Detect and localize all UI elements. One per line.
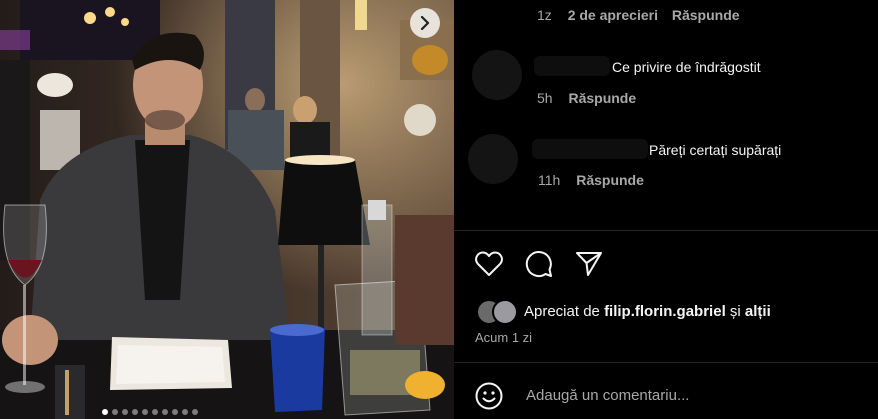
avatar xyxy=(492,299,518,325)
liked-by-prefix: Apreciat de xyxy=(524,303,600,320)
comment-username[interactable] xyxy=(534,56,610,76)
add-comment-input[interactable] xyxy=(524,386,858,405)
comment-time: 11h xyxy=(538,172,561,188)
comment-bubble-icon xyxy=(525,251,552,277)
like-button[interactable] xyxy=(474,249,504,279)
carousel-dot xyxy=(142,409,148,415)
restaurant-photo xyxy=(0,0,454,419)
reply-button[interactable]: Răspunde xyxy=(568,90,636,106)
reply-button[interactable]: Răspunde xyxy=(576,172,644,188)
comment-meta: 5h Răspunde xyxy=(537,90,636,106)
comment-time: 5h xyxy=(537,90,553,106)
liked-by-joiner: și xyxy=(729,303,741,320)
comment-time: 1z xyxy=(537,7,552,23)
comment-avatar[interactable] xyxy=(468,134,518,184)
actions-divider xyxy=(454,230,878,231)
liked-by-text: Apreciat de filip.florin.gabriel și alți… xyxy=(524,303,771,320)
chevron-right-icon xyxy=(420,16,430,30)
reply-button[interactable]: Răspunde xyxy=(672,7,740,23)
smiley-icon xyxy=(475,382,503,410)
comment-meta: 1z 2 de aprecieri Răspunde xyxy=(537,7,740,23)
carousel-dot xyxy=(182,409,188,415)
post-timestamp: Acum 1 zi xyxy=(475,330,533,345)
carousel-dots xyxy=(100,402,200,419)
post-side-panel: 1z 2 de aprecieri Răspunde Ce privire de… xyxy=(454,0,878,419)
carousel-dot xyxy=(112,409,118,415)
heart-icon xyxy=(475,251,503,276)
carousel-dot xyxy=(122,409,128,415)
send-icon xyxy=(576,252,602,276)
liker-avatars[interactable] xyxy=(476,299,520,325)
comment-meta: 11h Răspunde xyxy=(538,172,644,188)
carousel-dot xyxy=(192,409,198,415)
comment-avatar[interactable] xyxy=(472,50,522,100)
comment-likes-count[interactable]: 2 de aprecieri xyxy=(568,7,658,23)
carousel-dot xyxy=(152,409,158,415)
share-button[interactable] xyxy=(574,249,604,279)
liked-by-user-link[interactable]: filip.florin.gabriel xyxy=(604,303,726,320)
carousel-dot xyxy=(172,409,178,415)
next-photo-button[interactable] xyxy=(410,8,440,38)
carousel-dot xyxy=(162,409,168,415)
comment-text: Păreți certați supărați xyxy=(649,142,782,158)
carousel-dot-active xyxy=(102,409,108,415)
post-photo[interactable] xyxy=(0,0,454,419)
liked-by-others-link[interactable]: alții xyxy=(745,303,771,320)
emoji-button[interactable] xyxy=(474,381,504,411)
carousel-dot xyxy=(132,409,138,415)
comment-box-divider xyxy=(454,362,878,363)
comment-username[interactable] xyxy=(532,139,648,159)
comment-text: Ce privire de îndrăgostit xyxy=(612,59,761,75)
comment-button[interactable] xyxy=(524,249,554,279)
